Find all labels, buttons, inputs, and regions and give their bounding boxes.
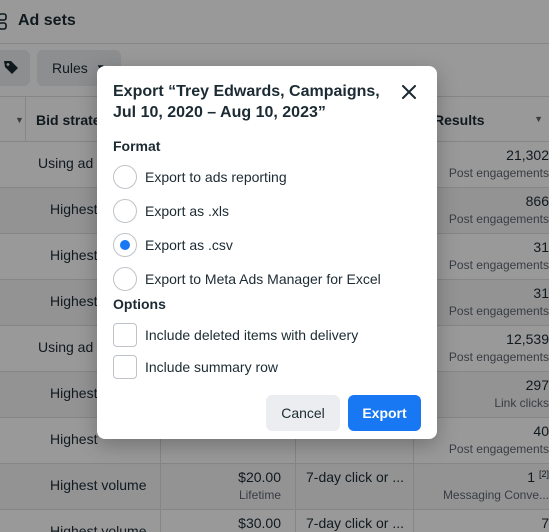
options-heading: Options <box>113 296 166 312</box>
close-button[interactable] <box>397 82 421 106</box>
format-option-xls[interactable]: Export as .xls <box>113 198 423 224</box>
option-label: Export to ads reporting <box>145 169 287 185</box>
checkbox[interactable] <box>113 355 137 379</box>
option-label: Export as .csv <box>145 237 233 253</box>
format-option-csv[interactable]: Export as .csv <box>113 232 423 258</box>
radio-button[interactable] <box>113 165 137 189</box>
cancel-button[interactable]: Cancel <box>266 395 340 431</box>
checkbox[interactable] <box>113 323 137 347</box>
radio-button[interactable] <box>113 199 137 223</box>
radio-button[interactable] <box>113 267 137 291</box>
export-button[interactable]: Export <box>348 395 421 431</box>
include-summary-option[interactable]: Include summary row <box>113 354 423 380</box>
option-label: Export as .xls <box>145 203 230 219</box>
dialog-title: Export “Trey Edwards, Campaigns, Jul 10,… <box>113 83 380 121</box>
include-deleted-option[interactable]: Include deleted items with delivery <box>113 322 423 348</box>
format-heading: Format <box>113 138 161 154</box>
option-label: Export to Meta Ads Manager for Excel <box>145 271 381 287</box>
format-option-ads-reporting[interactable]: Export to ads reporting <box>113 164 423 190</box>
option-label: Include summary row <box>145 359 279 375</box>
radio-button-selected[interactable] <box>113 233 137 257</box>
export-dialog: Export “Trey Edwards, Campaigns, Jul 10,… <box>97 66 437 439</box>
option-label: Include deleted items with delivery <box>145 327 359 343</box>
format-option-excel-addin[interactable]: Export to Meta Ads Manager for Excel <box>113 266 423 292</box>
close-icon <box>402 84 416 104</box>
